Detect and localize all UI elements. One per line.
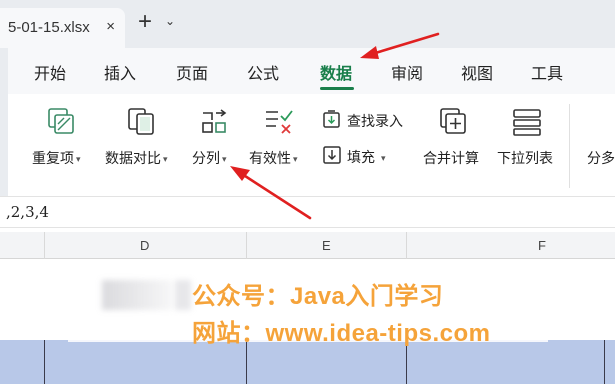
arrow-to-split-column [230,166,312,220]
arrow-to-data-tab [360,32,440,59]
annotation-arrows [230,32,440,220]
